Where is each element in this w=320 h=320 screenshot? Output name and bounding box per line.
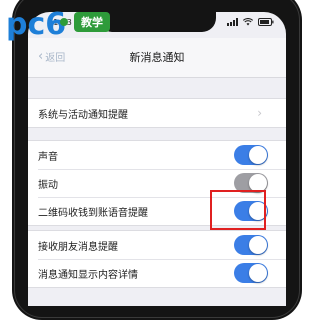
toggle-knob bbox=[249, 146, 267, 164]
toggle-knob bbox=[249, 236, 267, 254]
phone-screen: 11:43 ‹ 返回 新消息通知 系统与活动通知提醒 › 声音 振动 二维码收钱… bbox=[28, 12, 286, 306]
wifi-icon bbox=[243, 18, 253, 26]
pc6-logo-mark: pc6 bbox=[6, 7, 68, 42]
photo-frame: 11:43 ‹ 返回 新消息通知 系统与活动通知提醒 › 声音 振动 二维码收钱… bbox=[0, 0, 302, 320]
friend-message-toggle[interactable] bbox=[234, 235, 268, 255]
row-label: 声音 bbox=[38, 151, 58, 163]
logo-badge: 教学 bbox=[74, 12, 110, 32]
row-label: 消息通知显示内容详情 bbox=[38, 269, 138, 281]
row-friend-message-alert: 接收朋友消息提醒 bbox=[28, 231, 286, 259]
row-label: 振动 bbox=[38, 179, 58, 191]
cellular-signal-icon bbox=[227, 18, 238, 26]
battery-icon bbox=[258, 18, 274, 26]
settings-group-system: 系统与活动通知提醒 › bbox=[28, 98, 286, 128]
red-highlight-box bbox=[210, 190, 266, 230]
row-label: 二维码收钱到账语音提醒 bbox=[38, 207, 148, 219]
settings-group-messages: 接收朋友消息提醒 消息通知显示内容详情 bbox=[28, 230, 286, 288]
notch bbox=[98, 12, 216, 32]
svg-text:pc6: pc6 bbox=[6, 7, 66, 42]
sound-toggle[interactable] bbox=[234, 145, 268, 165]
row-label: 接收朋友消息提醒 bbox=[38, 241, 118, 253]
notification-details-toggle[interactable] bbox=[234, 263, 268, 283]
page-title: 新消息通知 bbox=[129, 51, 185, 64]
row-system-activity-notifications[interactable]: 系统与活动通知提醒 › bbox=[28, 99, 286, 127]
chevron-right-icon: › bbox=[257, 106, 262, 120]
row-show-notification-details: 消息通知显示内容详情 bbox=[28, 259, 286, 287]
row-label: 系统与活动通知提醒 bbox=[38, 109, 128, 121]
pc6-logo: pc6 教学 bbox=[4, 0, 114, 44]
status-icons bbox=[227, 18, 274, 26]
toggle-knob bbox=[249, 264, 267, 282]
row-sound: 声音 bbox=[28, 141, 286, 169]
